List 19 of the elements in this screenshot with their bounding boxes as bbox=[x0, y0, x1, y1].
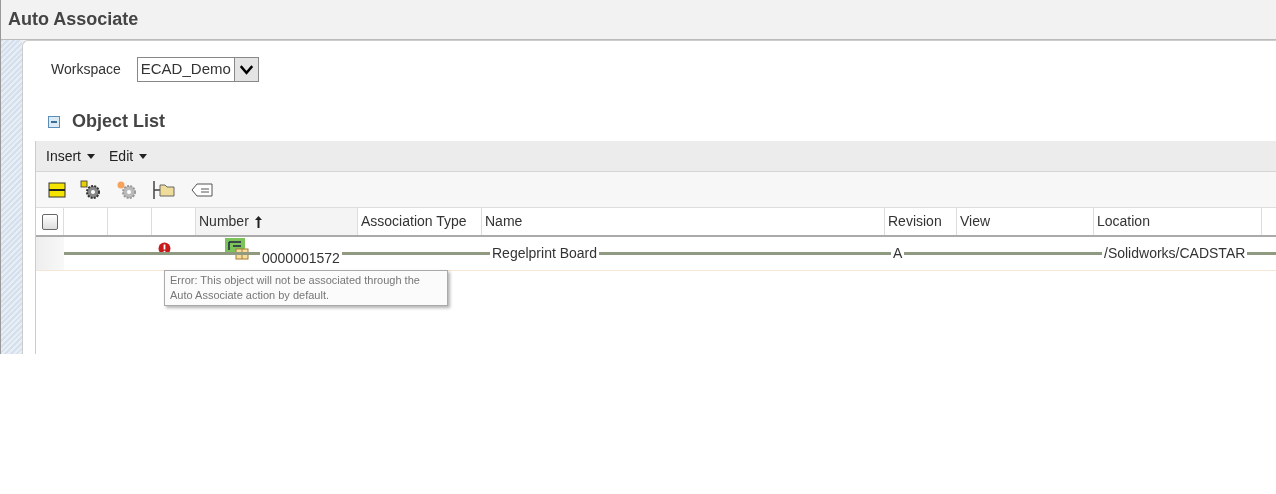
table-row[interactable]: 0000001572 Regelprint Board A /Solidworks/CADSTAR bbox=[36, 237, 1276, 271]
workspace-select[interactable]: ECAD_Demo bbox=[136, 57, 259, 82]
section-title: Object List bbox=[72, 110, 165, 133]
menu-button[interactable]: Edit bbox=[109, 145, 148, 167]
column-header[interactable]: View bbox=[957, 208, 1094, 235]
collapse-button[interactable] bbox=[48, 115, 60, 128]
menu-button[interactable]: Insert bbox=[46, 145, 95, 167]
column-header[interactable]: Number bbox=[196, 208, 358, 235]
caret-icon bbox=[87, 153, 95, 159]
caret-icon bbox=[139, 153, 148, 159]
column-header[interactable]: Association Type bbox=[358, 208, 482, 235]
collapse-rows-icon[interactable] bbox=[48, 181, 66, 198]
sort-arrow-icon bbox=[254, 215, 262, 228]
select-all-checkbox[interactable] bbox=[41, 213, 58, 230]
workspace-label: Workspace bbox=[51, 60, 121, 79]
gear-icon[interactable] bbox=[80, 179, 102, 200]
error-tooltip: Error: This object will not be associated through the Auto Associate action by default. bbox=[164, 270, 448, 306]
folder-tree-icon[interactable] bbox=[152, 179, 176, 200]
chevron-down-icon bbox=[233, 58, 258, 81]
